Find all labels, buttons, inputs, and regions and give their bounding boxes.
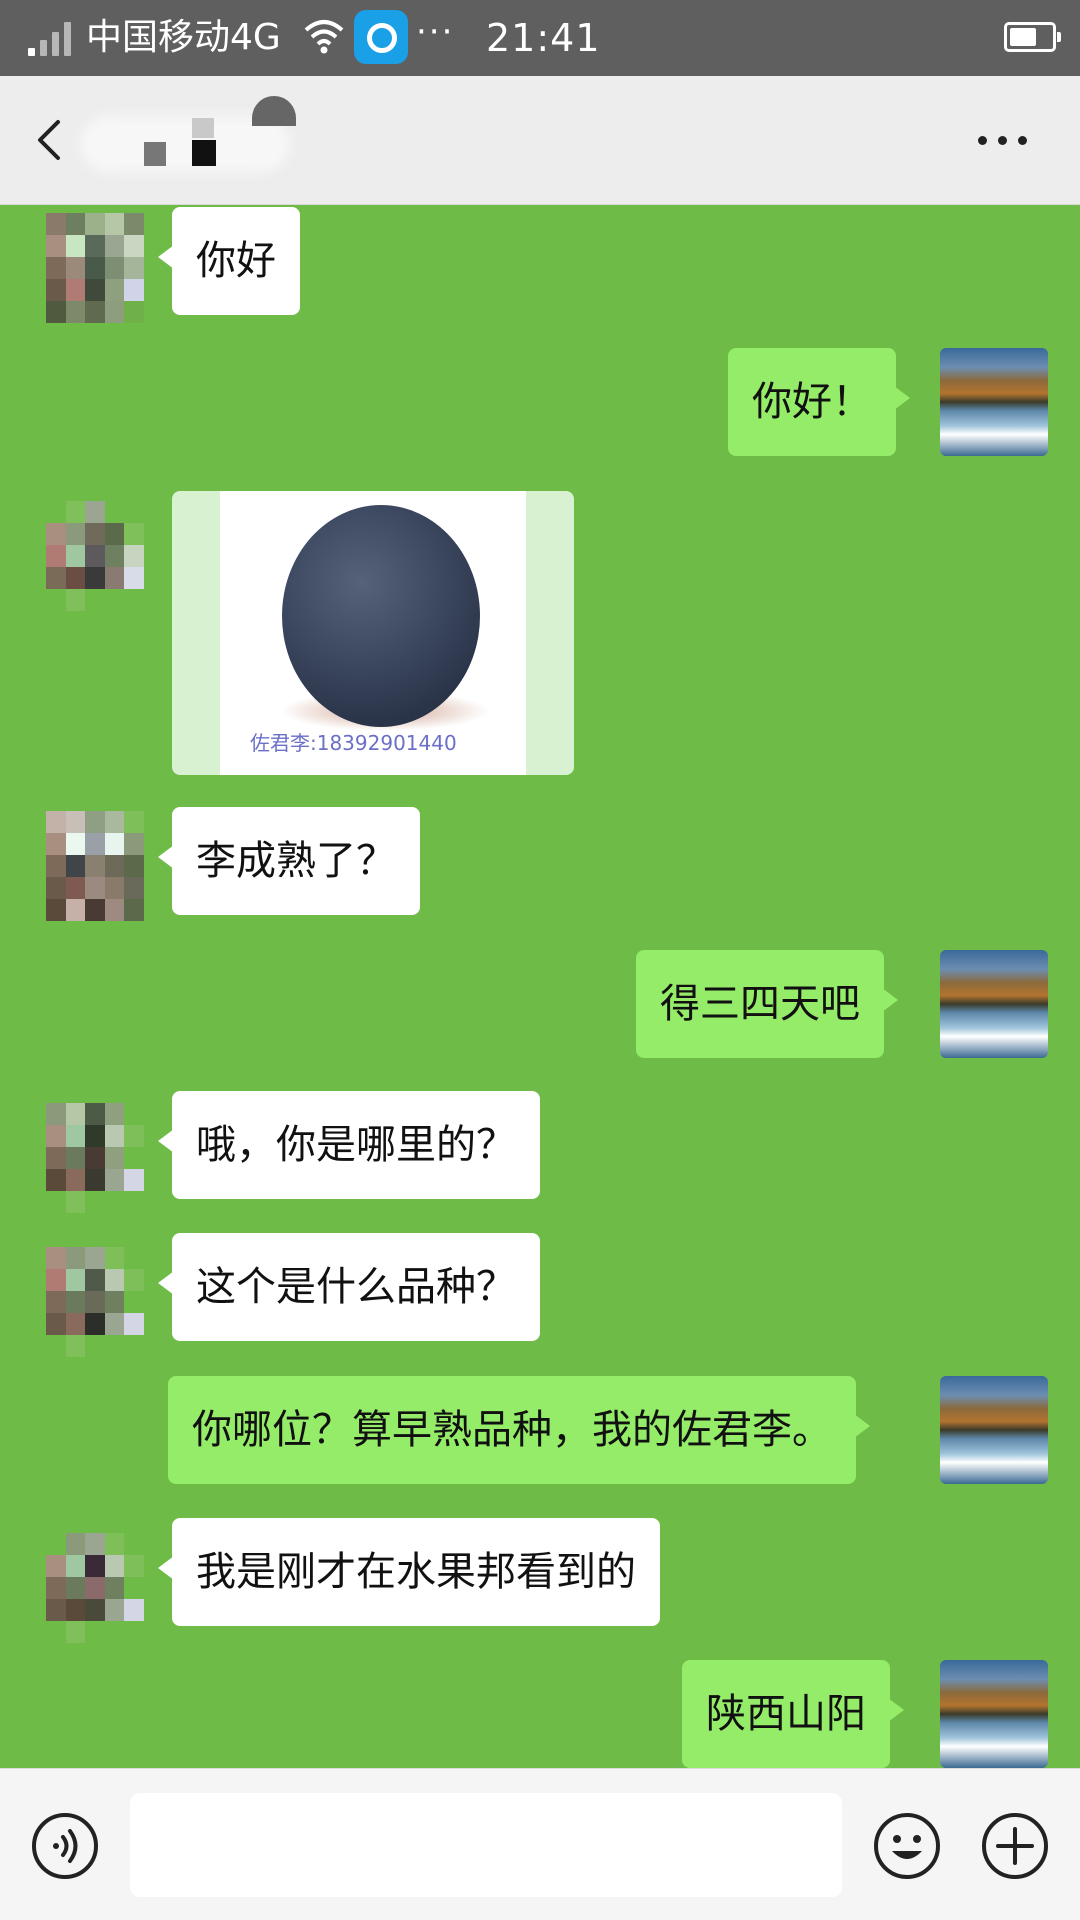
message-text: 这个是什么品种？ <box>196 1264 516 1310</box>
contact-avatar[interactable] <box>46 213 144 323</box>
outgoing-message-bubble[interactable]: 你好！ <box>728 348 910 456</box>
outgoing-message-bubble[interactable]: 你哪位？算早熟品种，我的佐君李。 <box>168 1376 870 1484</box>
incoming-message-bubble[interactable]: 我是刚才在水果邦看到的 <box>158 1518 660 1626</box>
self-avatar[interactable] <box>940 348 1048 456</box>
incoming-message-bubble[interactable]: 哦，你是哪里的？ <box>158 1091 540 1199</box>
message-text: 得三四天吧 <box>660 981 860 1027</box>
message-text: 哦，你是哪里的？ <box>196 1122 516 1168</box>
voice-input-icon[interactable] <box>30 1811 100 1881</box>
self-avatar[interactable] <box>940 1660 1048 1768</box>
signal-icon <box>28 22 76 56</box>
message-text: 我是刚才在水果邦看到的 <box>196 1549 636 1595</box>
outgoing-message-bubble[interactable]: 陕西山阳 <box>682 1660 904 1768</box>
status-bar: 中国移动4G ··· 21:41 <box>0 0 1080 76</box>
contact-name-redacted[interactable] <box>80 96 300 186</box>
emoji-icon[interactable] <box>872 1811 942 1881</box>
incoming-message-bubble[interactable]: 这个是什么品种？ <box>158 1233 540 1341</box>
input-bar <box>0 1768 1080 1920</box>
clock: 21:41 <box>486 16 601 60</box>
message-text: 李成熟了？ <box>196 838 396 884</box>
battery-icon <box>1004 22 1061 52</box>
message-text: 陕西山阳 <box>706 1691 866 1737</box>
chat-header <box>0 76 1080 205</box>
self-avatar[interactable] <box>940 1376 1048 1484</box>
contact-avatar[interactable] <box>46 811 144 921</box>
more-options-icon[interactable] <box>976 120 1032 160</box>
carrier-label: 中国移动4G <box>86 17 281 58</box>
add-attachment-icon[interactable] <box>980 1811 1050 1881</box>
outgoing-message-bubble[interactable]: 得三四天吧 <box>636 950 898 1058</box>
back-arrow-icon[interactable] <box>22 110 82 170</box>
contact-avatar[interactable] <box>46 1533 144 1643</box>
image-watermark: 佐君李:18392901440 <box>250 731 457 755</box>
contact-avatar[interactable] <box>46 1103 144 1213</box>
more-notifications-indicator: ··· <box>416 12 455 52</box>
message-text: 你好！ <box>752 379 872 425</box>
incoming-message-bubble[interactable]: 你好 <box>158 207 300 315</box>
wifi-icon <box>304 20 344 54</box>
contact-avatar[interactable] <box>46 1247 144 1357</box>
image-message[interactable]: 佐君李:18392901440 <box>172 491 574 775</box>
message-text: 你好 <box>196 238 276 284</box>
incoming-message-bubble[interactable]: 李成熟了？ <box>158 807 420 915</box>
plum-fruit-image <box>282 505 480 727</box>
self-avatar[interactable] <box>940 950 1048 1058</box>
message-list[interactable]: 你好 你好！ 佐君李:18392901440 李成熟了？ 得三四天吧 哦，你是哪… <box>0 205 1080 1768</box>
message-text: 你哪位？算早熟品种，我的佐君李。 <box>192 1407 832 1453</box>
message-input[interactable] <box>130 1793 842 1897</box>
app-notification-icon <box>354 10 408 64</box>
contact-avatar[interactable] <box>46 501 144 611</box>
